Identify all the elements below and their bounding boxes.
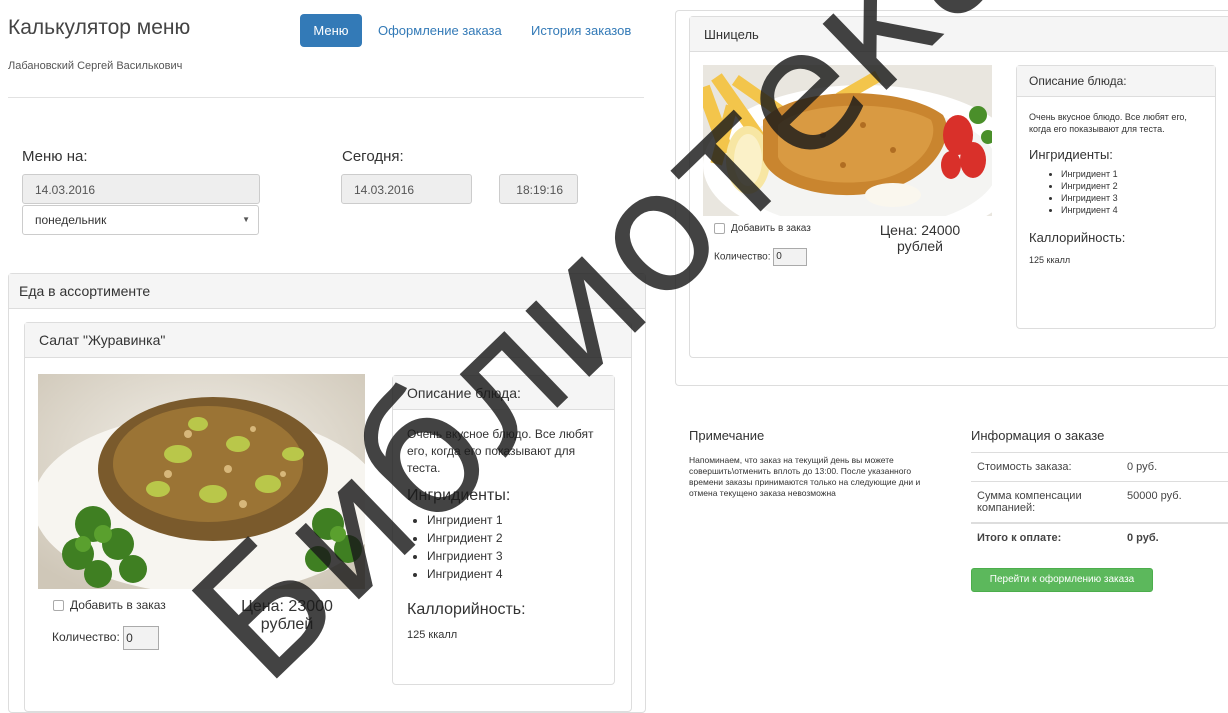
proceed-to-order-button[interactable]: Перейти к оформлению заказа bbox=[971, 568, 1153, 592]
note-title: Примечание bbox=[689, 428, 765, 443]
description-title: Описание блюда: bbox=[1017, 66, 1215, 97]
add-to-order-label: Добавить в заказ bbox=[70, 598, 166, 612]
nav-menu-button[interactable]: Меню bbox=[300, 14, 362, 47]
schnitzel-description-panel: Описание блюда: Очень вкусное блюдо. Все… bbox=[1016, 65, 1216, 329]
quantity-input[interactable]: 0 bbox=[773, 248, 808, 266]
menu-date-field[interactable]: 14.03.2016 bbox=[22, 174, 260, 204]
price-value: Цена: 23000 bbox=[241, 598, 333, 615]
quantity-label: Количество: bbox=[714, 251, 771, 263]
order-cost-value: 0 руб. bbox=[1121, 452, 1228, 482]
chevron-down-icon: ▼ bbox=[242, 215, 250, 224]
add-to-order-salad[interactable]: Добавить в заказ bbox=[53, 598, 166, 612]
calories-value: 125 ккалл bbox=[407, 629, 458, 641]
order-cost-label: Стоимость заказа: bbox=[971, 452, 1121, 482]
order-info-table: Стоимость заказа: 0 руб. Сумма компенсац… bbox=[971, 452, 1228, 552]
table-row: Итого к оплате: 0 руб. bbox=[971, 522, 1228, 552]
calories-title: Каллорийность: bbox=[407, 601, 526, 618]
schnitzel-image bbox=[703, 65, 992, 216]
ingredients-title: Ингридиенты: bbox=[1029, 147, 1113, 162]
add-to-order-checkbox[interactable] bbox=[714, 223, 725, 234]
weekday-select[interactable]: понедельник ▼ bbox=[22, 205, 259, 235]
dish-name: Салат "Журавинка" bbox=[25, 323, 631, 358]
compensation-label: Сумма компенсации компанией: bbox=[971, 481, 1121, 523]
app-title: Калькулятор меню bbox=[8, 16, 191, 39]
today-date-field: 14.03.2016 bbox=[341, 174, 472, 204]
quantity-schnitzel: Количество: 0 bbox=[714, 248, 808, 266]
quantity-salad: Количество: 0 bbox=[52, 626, 160, 650]
quantity-input[interactable]: 0 bbox=[123, 626, 160, 650]
salad-description-panel: Описание блюда: Очень вкусное блюдо. Все… bbox=[392, 375, 615, 685]
description-title: Описание блюда: bbox=[393, 376, 614, 410]
note-text: Напоминаем, что заказ на текущий день вы… bbox=[689, 455, 921, 498]
description-text: Очень вкусное блюдо. Все любят его, когд… bbox=[1029, 112, 1187, 134]
menu-for-label: Меню на: bbox=[22, 148, 88, 165]
price-value: Цена: 24000 bbox=[879, 222, 961, 238]
assortment-title: Еда в ассортименте bbox=[9, 274, 645, 309]
ingredient-item: Ингридиент 1 bbox=[1061, 168, 1215, 180]
calories-value: 125 ккалл bbox=[1029, 255, 1071, 265]
dish-name: Шницель bbox=[690, 17, 1228, 52]
table-row: Сумма компенсации компанией: 50000 руб. bbox=[971, 481, 1228, 523]
price-salad: Цена: 23000 рублей bbox=[232, 598, 342, 634]
add-to-order-schnitzel[interactable]: Добавить в заказ bbox=[714, 223, 811, 234]
user-name: Лабановский Сергей Василькович bbox=[8, 60, 183, 72]
calories-title: Каллорийность: bbox=[1029, 230, 1126, 245]
description-text: Очень вкусное блюдо. Все любят его, когд… bbox=[407, 427, 594, 475]
today-time-field: 18:19:16 bbox=[499, 174, 578, 204]
ingredient-item: Ингридиент 1 bbox=[427, 511, 614, 529]
quantity-label: Количество: bbox=[52, 630, 120, 645]
table-row: Стоимость заказа: 0 руб. bbox=[971, 452, 1228, 482]
price-schnitzel: Цена: 24000 рублей bbox=[870, 222, 970, 254]
ingredient-item: Ингридиент 2 bbox=[1061, 180, 1215, 192]
add-to-order-label: Добавить в заказ bbox=[731, 223, 811, 235]
total-value: 0 руб. bbox=[1121, 522, 1228, 552]
ingredient-item: Ингридиент 3 bbox=[427, 547, 614, 565]
ingredient-item: Ингридиент 4 bbox=[427, 565, 614, 583]
today-label: Сегодня: bbox=[342, 148, 404, 165]
order-info-title: Информация о заказе bbox=[971, 428, 1105, 443]
header-divider bbox=[8, 97, 644, 98]
ingredient-item: Ингридиент 2 bbox=[427, 529, 614, 547]
weekday-select-value: понедельник bbox=[35, 213, 107, 227]
add-to-order-checkbox[interactable] bbox=[53, 600, 64, 612]
salad-image bbox=[38, 374, 365, 589]
ingredient-item: Ингридиент 4 bbox=[1061, 204, 1215, 216]
total-label: Итого к оплате: bbox=[971, 522, 1121, 552]
ingredients-title: Ингридиенты: bbox=[407, 487, 511, 504]
ingredients-list: Ингридиент 1 Ингридиент 2 Ингридиент 3 И… bbox=[1017, 168, 1215, 216]
nav-order-link[interactable]: Оформление заказа bbox=[378, 14, 502, 47]
compensation-value: 50000 руб. bbox=[1121, 481, 1228, 523]
ingredients-list: Ингридиент 1 Ингридиент 2 Ингридиент 3 И… bbox=[393, 511, 614, 583]
price-currency: рублей bbox=[260, 616, 314, 633]
nav-history-link[interactable]: История заказов bbox=[531, 14, 631, 47]
ingredient-item: Ингридиент 3 bbox=[1061, 192, 1215, 204]
price-currency: рублей bbox=[897, 238, 943, 254]
